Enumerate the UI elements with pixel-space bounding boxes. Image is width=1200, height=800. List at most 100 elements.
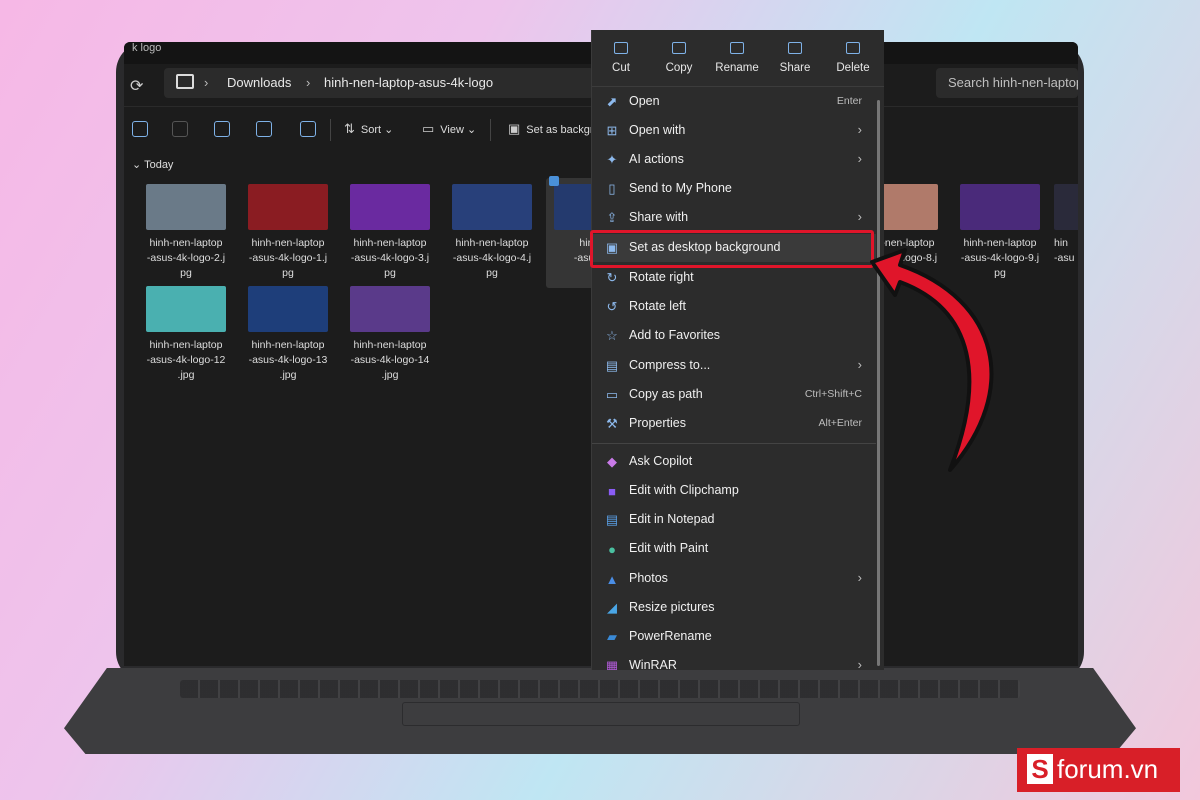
set-background-button[interactable]: ▣ Set as backgr (508, 121, 594, 137)
file-name: hinh-nen-laptop -asus-4k-logo-4.j pg (452, 237, 532, 279)
menu-item-paint[interactable]: ● Edit with Paint (592, 535, 876, 563)
sort-button[interactable]: ⇅ Sort ⌄ (344, 121, 393, 137)
menu-label: Open with (629, 123, 686, 137)
menu-label: Edit in Notepad (629, 512, 715, 526)
rotate-left-icon: ↺ (606, 299, 618, 314)
paste-icon[interactable] (172, 121, 188, 137)
rename-label: Rename (715, 62, 759, 74)
copy-icon[interactable] (132, 121, 148, 137)
breadcrumb-folder[interactable]: hinh-nen-laptop-asus-4k-logo (324, 75, 493, 90)
menu-item-copy-as-path[interactable]: ▭ Copy as path Ctrl+Shift+C (592, 381, 876, 409)
cut-button[interactable]: Cut (592, 42, 650, 76)
menu-item-resize-pictures[interactable]: ◢ Resize pictures (592, 594, 876, 622)
file-item[interactable]: hinh-nen-laptop -asus-4k-logo-3.j pg (342, 184, 438, 281)
view-label: View (440, 124, 464, 136)
file-item[interactable]: hinh-nen-laptop -asus-4k-logo-2.j pg (138, 184, 234, 281)
menu-item-add-to-favorites[interactable]: ☆ Add to Favorites (592, 322, 876, 350)
delete-button[interactable]: Delete (824, 42, 882, 76)
menu-item-properties[interactable]: ⚒ Properties Alt+Enter (592, 410, 876, 438)
menu-item-ask-copilot[interactable]: ◆ Ask Copilot (592, 448, 876, 476)
thumbnail-image (452, 184, 532, 230)
menu-label: Rotate left (629, 299, 686, 313)
menu-item-clipchamp[interactable]: ■ Edit with Clipchamp (592, 477, 876, 505)
copilot-icon: ◆ (607, 454, 617, 469)
chevron-right-icon: › (857, 209, 862, 224)
share-button[interactable]: Share (766, 42, 824, 76)
address-bar[interactable]: › Downloads › hinh-nen-laptop-asus-4k-lo… (164, 68, 594, 98)
menu-item-ai-actions[interactable]: ✦ AI actions › (592, 146, 876, 174)
menu-item-share-with[interactable]: ⇪ Share with › (592, 204, 876, 232)
thumbnail-image (350, 286, 430, 332)
file-name: hinh-nen-laptop -asus-4k-logo-13 .jpg (248, 339, 328, 381)
menu-item-rotate-left[interactable]: ↺ Rotate left (592, 293, 876, 321)
this-pc-icon[interactable] (176, 74, 194, 89)
chevron-right-icon: › (857, 570, 862, 585)
phone-icon: ▯ (608, 181, 616, 196)
delete-label: Delete (836, 62, 870, 74)
apps-icon: ⊞ (606, 123, 618, 138)
file-item[interactable]: hinh-nen-laptop -asus-4k-logo-1.j pg (240, 184, 336, 281)
file-item[interactable]: hinh-nen-laptop -asus-4k-logo-13 .jpg (240, 286, 336, 383)
thumbnail-image (960, 184, 1040, 230)
menu-label: Edit with Paint (629, 541, 709, 555)
checkbox-icon[interactable] (549, 176, 559, 186)
thumbnail-image (146, 286, 226, 332)
menu-divider (592, 443, 876, 444)
tab-title[interactable]: k logo (132, 42, 161, 54)
file-item[interactable]: hinh-nen-laptop -asus-4k-logo-12 .jpg (138, 286, 234, 383)
breadcrumb-downloads[interactable]: Downloads (227, 75, 291, 90)
toolbar-divider (490, 119, 491, 141)
menu-item-rotate-right[interactable]: ↻ Rotate right (592, 264, 876, 292)
menu-scrollbar[interactable] (877, 100, 880, 666)
sort-label: Sort (360, 124, 382, 136)
menu-label: PowerRename (629, 629, 712, 643)
menu-item-powerrename[interactable]: ▰ PowerRename (592, 623, 876, 651)
copy-button[interactable]: Copy (650, 42, 708, 76)
file-item[interactable]: hin -asu (1054, 184, 1078, 266)
view-button[interactable]: ▭ View ⌄ (422, 121, 476, 137)
search-box[interactable]: Search hinh-nen-laptop (936, 68, 1078, 98)
search-input[interactable]: Search hinh-nen-laptop (948, 75, 1078, 90)
file-item[interactable]: hinh-nen-laptop -asus-4k-logo-14 .jpg (342, 286, 438, 383)
star-icon: ☆ (606, 328, 618, 343)
file-item[interactable]: hinh-nen-laptop -asus-4k-logo-9.j pg (952, 184, 1048, 281)
shortcut-label: Enter (836, 95, 862, 107)
wrench-icon: ⚒ (606, 416, 618, 431)
wallpaper-icon: ▣ (508, 121, 521, 136)
zip-icon: ▤ (605, 358, 619, 373)
rename-icon (730, 42, 744, 54)
group-header-today[interactable]: ⌄ Today (132, 158, 173, 171)
thumbnail-image (350, 184, 430, 230)
file-name: hinh-nen-laptop -asus-4k-logo-12 .jpg (146, 339, 226, 381)
rename-button[interactable]: Rename (708, 42, 766, 76)
toolbar-divider (330, 119, 331, 141)
file-name: hinh-nen-laptop -asus-4k-logo-3.j pg (350, 237, 430, 279)
menu-item-notepad[interactable]: ▤ Edit in Notepad (592, 506, 876, 534)
menu-label: AI actions (629, 152, 684, 166)
file-name: hinh-nen-laptop -asus-4k-logo-9.j pg (960, 237, 1040, 279)
file-item[interactable]: hinh-nen-laptop -asus-4k-logo-4.j pg (444, 184, 540, 281)
refresh-icon[interactable]: ⟳ (130, 76, 143, 96)
copy-icon (672, 42, 686, 54)
menu-label: Rotate right (629, 270, 694, 284)
shortcut-label: Ctrl+Shift+C (804, 388, 862, 400)
menu-item-photos[interactable]: ▲ Photos › (592, 565, 876, 593)
rename-icon[interactable] (214, 121, 230, 137)
delete-icon[interactable] (300, 121, 316, 137)
share-label: Share (779, 62, 811, 74)
photos-icon: ▲ (605, 571, 619, 587)
chevron-right-icon: › (857, 122, 862, 137)
view-icon: ▭ (422, 121, 435, 136)
menu-label: Send to My Phone (629, 181, 732, 195)
menu-item-compress-to[interactable]: ▤ Compress to... › (592, 352, 876, 380)
menu-item-open[interactable]: ⬈ Open Enter (592, 88, 876, 116)
share-icon[interactable] (256, 121, 272, 137)
menu-item-winrar[interactable]: ▦ WinRAR › (592, 652, 876, 670)
keyboard (180, 680, 1020, 698)
chevron-right-icon: › (204, 75, 209, 90)
menu-label: Properties (629, 416, 686, 430)
menu-item-send-to-phone[interactable]: ▯ Send to My Phone (592, 175, 876, 203)
menu-item-open-with[interactable]: ⊞ Open with › (592, 117, 876, 145)
thumbnail-image (146, 184, 226, 230)
group-label: Today (144, 159, 174, 171)
